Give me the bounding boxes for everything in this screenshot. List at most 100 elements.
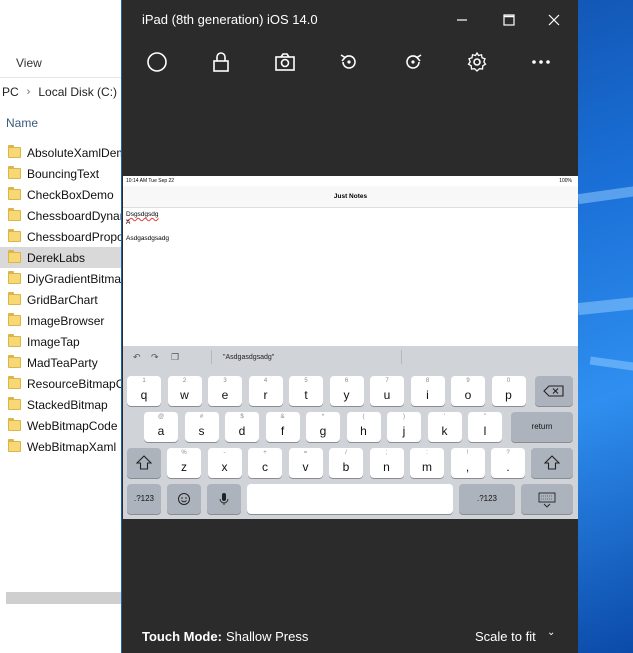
return-key[interactable]: return — [511, 412, 573, 442]
letter-key[interactable]: / b — [329, 448, 363, 478]
return-label: return — [531, 422, 553, 431]
more-button[interactable] — [527, 48, 555, 76]
numbers-key-right[interactable]: .?123 — [459, 484, 515, 514]
shift-key-left[interactable] — [127, 448, 161, 478]
address-disk[interactable]: Local Disk (C:) — [38, 85, 117, 99]
key-hint: 6 — [344, 378, 349, 384]
key-hint: " — [483, 414, 487, 420]
letter-key[interactable]: 0p — [491, 376, 526, 406]
numbers-key-left[interactable]: .?123 — [127, 484, 161, 514]
folder-row[interactable]: ImageBrowser — [0, 310, 130, 331]
key-label: t — [304, 388, 308, 402]
undo-icon[interactable]: ↶ — [133, 352, 141, 363]
dictation-key[interactable] — [207, 484, 241, 514]
key-hint: = — [303, 450, 308, 456]
letter-key[interactable]: -x — [207, 448, 242, 478]
explorer-ribbon: View — [0, 0, 130, 78]
letter-key[interactable]: !, — [450, 448, 485, 478]
home-button[interactable] — [143, 48, 171, 76]
rotate-left-icon — [340, 54, 356, 69]
prediction-suggestion[interactable]: "Asdgasdgsadg" — [223, 354, 274, 361]
address-pc[interactable]: PC — [2, 85, 19, 99]
key-label: b — [342, 460, 350, 474]
key-label: l — [483, 424, 487, 438]
note-line[interactable]: A — [126, 219, 169, 227]
redo-icon[interactable]: ↷ — [151, 352, 159, 363]
key-label: . — [506, 460, 510, 474]
letter-key[interactable]: = v — [288, 448, 323, 478]
touch-mode-value[interactable]: Shallow Press — [226, 629, 308, 644]
folder-row[interactable]: CheckBoxDemo — [0, 184, 130, 205]
letter-key[interactable]: 1q — [127, 376, 161, 406]
letter-key[interactable]: ) j — [387, 412, 421, 442]
letter-key[interactable]: 3e — [208, 376, 242, 406]
folder-row[interactable]: GridBarChart — [0, 289, 130, 310]
folder-row[interactable]: ImageTap — [0, 331, 130, 352]
letter-key[interactable]: 8i — [410, 376, 445, 406]
key-hint: * — [321, 414, 325, 420]
settings-button[interactable] — [463, 48, 491, 76]
folder-row[interactable]: WebBitmapXaml — [0, 436, 130, 457]
hide-keyboard-key[interactable] — [521, 484, 573, 514]
letter-key[interactable]: @ a — [144, 412, 178, 442]
rotate-left-button[interactable] — [335, 48, 363, 76]
emoji-key[interactable] — [167, 484, 201, 514]
folder-row[interactable]: ChessboardDynamic — [0, 205, 130, 226]
space-bar[interactable] — [247, 484, 453, 514]
letter-key[interactable]: 5t — [289, 376, 323, 406]
minimize-button[interactable] — [447, 8, 477, 32]
address-bar[interactable]: PC › Local Disk (C:) › — [0, 80, 130, 104]
folder-row[interactable]: MadTeaParty — [0, 352, 130, 373]
paste-icon[interactable]: ❐ — [171, 352, 179, 363]
key-hint: 7 — [385, 378, 389, 384]
letter-key[interactable]: * g — [306, 412, 340, 442]
folder-icon — [8, 334, 21, 347]
letter-key[interactable]: 4r — [248, 376, 283, 406]
shift-key-right[interactable] — [531, 448, 573, 478]
ipad-screen[interactable]: 10:14 AM Tue Sep 22 100% Just Notes Dsgs… — [123, 176, 578, 519]
backspace-key[interactable] — [535, 376, 573, 406]
letter-key[interactable]: # s — [184, 412, 219, 442]
letter-key[interactable]: (h — [346, 412, 381, 442]
key-hint: 2 — [182, 378, 187, 384]
maximize-button[interactable] — [494, 8, 524, 32]
letter-key[interactable]: % z — [167, 448, 201, 478]
view-tab[interactable]: View — [16, 56, 42, 70]
screenshot-button[interactable] — [271, 48, 299, 76]
letter-key[interactable]: 7u — [370, 376, 404, 406]
title-bar: iPad (8th generation) iOS 14.0 — [122, 0, 579, 38]
letter-key[interactable]: 2w — [167, 376, 202, 406]
letter-key[interactable]: $ d — [225, 412, 259, 442]
letter-key[interactable]: 6y — [329, 376, 364, 406]
letter-key[interactable]: 9o — [451, 376, 485, 406]
note-line[interactable]: Dsgsdgsdg — [126, 211, 169, 219]
letter-key[interactable]: ' k — [427, 412, 462, 442]
horizontal-scrollbar[interactable] — [6, 592, 130, 604]
close-button[interactable] — [539, 8, 569, 32]
folder-row[interactable]: AbsoluteXamlDemo — [0, 142, 130, 163]
lock-button[interactable] — [207, 48, 235, 76]
note-line[interactable]: Asdgasdgsadg — [126, 235, 169, 243]
rotate-right-button[interactable] — [399, 48, 427, 76]
folder-row[interactable]: DerekLabs — [0, 247, 130, 268]
folder-row[interactable]: StackedBitmap — [0, 394, 130, 415]
folder-row[interactable]: WebBitmapCode — [0, 415, 130, 436]
chevron-down-icon[interactable]: ⌄ — [547, 627, 555, 638]
folder-name: MadTeaParty — [27, 355, 98, 370]
folder-row[interactable]: BouncingText — [0, 163, 130, 184]
folder-row[interactable]: ChessboardProportional — [0, 226, 130, 247]
scale-dropdown[interactable]: Scale to fit — [475, 629, 536, 644]
folder-row[interactable]: ResourceBitmapCode — [0, 373, 130, 394]
notes-editor[interactable]: Dsgsdgsdg A Asdgasdgsadg — [126, 211, 169, 243]
name-column-header[interactable]: Name — [6, 116, 38, 130]
key-hint: ' — [443, 414, 446, 420]
letter-key[interactable]: ?. — [491, 448, 525, 478]
letter-key[interactable]: + c — [248, 448, 282, 478]
folder-row[interactable]: DiyGradientBitmap — [0, 268, 130, 289]
letter-key[interactable]: ; n — [369, 448, 404, 478]
gear-icon — [467, 51, 487, 72]
letter-key[interactable]: :m — [410, 448, 444, 478]
letter-key[interactable]: & f — [265, 412, 300, 442]
letter-key[interactable]: " l — [468, 412, 502, 442]
folder-icon — [8, 376, 21, 389]
